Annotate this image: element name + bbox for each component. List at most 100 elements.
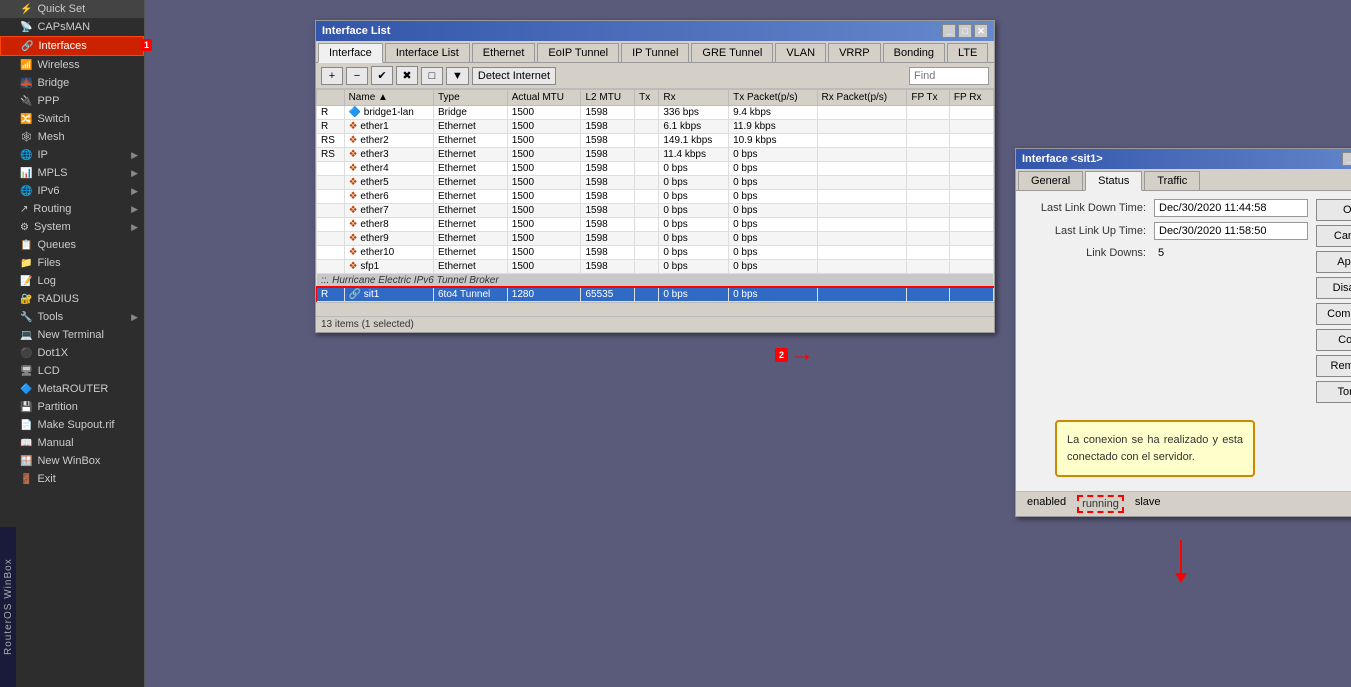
- sidebar-item-label: Quick Set: [37, 3, 85, 15]
- table-row[interactable]: ❖ ether5Ethernet150015980 bps0 bps: [317, 176, 994, 190]
- sidebar-item-mesh[interactable]: 🕸 Mesh: [0, 128, 144, 146]
- wireless-icon: 📶: [20, 60, 32, 71]
- sidebar-item-interfaces[interactable]: 🔗 Interfaces 1: [0, 36, 144, 56]
- disable-button[interactable]: Disable: [1316, 277, 1351, 299]
- add-button[interactable]: +: [321, 67, 343, 85]
- sidebar-item-metarouter[interactable]: 🔷 MetaROUTER: [0, 380, 144, 398]
- table-row[interactable]: ❖ ether4Ethernet150015980 bps0 bps: [317, 162, 994, 176]
- sidebar-item-tools[interactable]: 🔧 Tools ▶: [0, 308, 144, 326]
- chevron-right-icon: ▶: [131, 150, 138, 161]
- sidebar-item-ppp[interactable]: 🔌 PPP: [0, 92, 144, 110]
- dot1x-icon: ⚫: [20, 348, 32, 359]
- copy-button-toolbar[interactable]: □: [421, 67, 443, 85]
- tab-status[interactable]: Status: [1085, 171, 1142, 191]
- tab-interface-list[interactable]: Interface List: [385, 43, 470, 62]
- badge-2: 2: [775, 348, 788, 362]
- close-button[interactable]: ✕: [974, 24, 988, 38]
- sidebar-item-exit[interactable]: 🚪 Exit: [0, 470, 144, 488]
- tab-bonding[interactable]: Bonding: [883, 43, 945, 62]
- table-row[interactable]: RS❖ ether2Ethernet15001598149.1 kbps10.9…: [317, 134, 994, 148]
- tab-gre-tunnel[interactable]: GRE Tunnel: [691, 43, 773, 62]
- sidebar-item-newwinbox[interactable]: 🪟 New WinBox: [0, 452, 144, 470]
- tab-traffic[interactable]: Traffic: [1144, 171, 1200, 190]
- tab-ip-tunnel[interactable]: IP Tunnel: [621, 43, 689, 62]
- col-tx-pkt[interactable]: Tx Packet(p/s): [729, 90, 817, 106]
- table-row[interactable]: ❖ ether9Ethernet150015980 bps0 bps: [317, 232, 994, 246]
- sit1-tab-bar: General Status Traffic: [1016, 169, 1351, 191]
- remove-button-sit1[interactable]: Remove: [1316, 355, 1351, 377]
- tab-ethernet[interactable]: Ethernet: [472, 43, 536, 62]
- last-link-down-time-field[interactable]: [1154, 199, 1308, 217]
- sidebar-item-ip[interactable]: 🌐 IP ▶: [0, 146, 144, 164]
- comment-button[interactable]: Comment: [1316, 303, 1351, 325]
- search-input[interactable]: [909, 67, 989, 85]
- sidebar-item-files[interactable]: 📁 Files: [0, 254, 144, 272]
- horizontal-scrollbar[interactable]: [316, 302, 994, 316]
- sort-button[interactable]: ▼: [446, 67, 469, 85]
- col-fp-rx[interactable]: FP Rx: [949, 90, 993, 106]
- cancel-button[interactable]: Cancel: [1316, 225, 1351, 247]
- col-rx[interactable]: Rx: [659, 90, 729, 106]
- tab-interface[interactable]: Interface: [318, 43, 383, 63]
- main-area: Interface List _ □ ✕ Interface Interface…: [145, 0, 1351, 687]
- sidebar-item-quickset[interactable]: ⚡ Quick Set: [0, 0, 144, 18]
- tab-vrrp[interactable]: VRRP: [828, 43, 881, 62]
- sidebar-item-label: MPLS: [37, 167, 67, 179]
- sidebar-item-bridge[interactable]: 🌉 Bridge: [0, 74, 144, 92]
- sidebar-item-dot1x[interactable]: ⚫ Dot1X: [0, 344, 144, 362]
- tab-eoip-tunnel[interactable]: EoIP Tunnel: [537, 43, 619, 62]
- table-row[interactable]: ❖ ether8Ethernet150015980 bps0 bps: [317, 218, 994, 232]
- disable-button-toolbar[interactable]: ✖: [396, 66, 418, 85]
- mpls-icon: 📊: [20, 168, 32, 179]
- sidebar-item-queues[interactable]: 📋 Queues: [0, 236, 144, 254]
- table-row[interactable]: R🔷 bridge1-lanBridge15001598336 bps9.4 k…: [317, 106, 994, 120]
- table-row[interactable]: ❖ ether6Ethernet150015980 bps0 bps: [317, 190, 994, 204]
- sidebar-item-newterminal[interactable]: 💻 New Terminal: [0, 326, 144, 344]
- tab-lte[interactable]: LTE: [947, 43, 988, 62]
- chevron-right-icon: ▶: [131, 222, 138, 233]
- sidebar-item-ipv6[interactable]: 🌐 IPv6 ▶: [0, 182, 144, 200]
- col-type[interactable]: Type: [434, 90, 508, 106]
- sidebar-item-wireless[interactable]: 📶 Wireless: [0, 56, 144, 74]
- sidebar-item-label: Routing: [33, 203, 71, 215]
- table-row[interactable]: ❖ ether10Ethernet150015980 bps0 bps: [317, 246, 994, 260]
- table-row[interactable]: ❖ sfp1Ethernet150015980 bps0 bps: [317, 260, 994, 274]
- interface-table-container: Name ▲ Type Actual MTU L2 MTU Tx Rx Tx P…: [316, 89, 994, 302]
- sit1-minimize-button[interactable]: _: [1342, 152, 1351, 166]
- ok-button[interactable]: OK: [1316, 199, 1351, 221]
- sidebar-item-radius[interactable]: 🔐 RADIUS: [0, 290, 144, 308]
- sidebar-item-routing[interactable]: ↗ Routing ▶: [0, 200, 144, 218]
- col-fp-tx[interactable]: FP Tx: [907, 90, 950, 106]
- sidebar-item-partition[interactable]: 💾 Partition: [0, 398, 144, 416]
- table-row[interactable]: RS❖ ether3Ethernet1500159811.4 kbps0 bps: [317, 148, 994, 162]
- table-row[interactable]: ❖ ether7Ethernet150015980 bps0 bps: [317, 204, 994, 218]
- col-l2-mtu[interactable]: L2 MTU: [581, 90, 635, 106]
- tab-general[interactable]: General: [1018, 171, 1083, 190]
- sidebar-item-capsman[interactable]: 📡 CAPsMAN: [0, 18, 144, 36]
- remove-button[interactable]: −: [346, 67, 368, 85]
- torch-button[interactable]: Torch: [1316, 381, 1351, 403]
- sidebar-item-lcd[interactable]: 🖥 LCD: [0, 362, 144, 380]
- copy-button[interactable]: Copy: [1316, 329, 1351, 351]
- minimize-button[interactable]: _: [942, 24, 956, 38]
- enable-button[interactable]: ✔: [371, 66, 393, 85]
- maximize-button[interactable]: □: [958, 24, 972, 38]
- col-actual-mtu[interactable]: Actual MTU: [507, 90, 581, 106]
- col-flag[interactable]: [317, 90, 345, 106]
- table-row[interactable]: R❖ ether1Ethernet150015986.1 kbps11.9 kb…: [317, 120, 994, 134]
- last-link-up-time-field[interactable]: [1154, 222, 1308, 240]
- sidebar-item-label: CAPsMAN: [37, 21, 90, 33]
- col-name[interactable]: Name ▲: [344, 90, 433, 106]
- tab-vlan[interactable]: VLAN: [775, 43, 826, 62]
- col-tx[interactable]: Tx: [635, 90, 659, 106]
- detect-internet-button[interactable]: Detect Internet: [472, 67, 556, 85]
- sidebar-item-switch[interactable]: 🔀 Switch: [0, 110, 144, 128]
- sidebar-item-system[interactable]: ⚙ System ▶: [0, 218, 144, 236]
- sidebar-item-supout[interactable]: 📄 Make Supout.rif: [0, 416, 144, 434]
- sit1-row[interactable]: R🔗 sit16to4 Tunnel1280655350 bps0 bps: [317, 288, 994, 302]
- sidebar-item-log[interactable]: 📝 Log: [0, 272, 144, 290]
- col-rx-pkt[interactable]: Rx Packet(p/s): [817, 90, 907, 106]
- sidebar-item-mpls[interactable]: 📊 MPLS ▶: [0, 164, 144, 182]
- sidebar-item-manual[interactable]: 📖 Manual: [0, 434, 144, 452]
- apply-button[interactable]: Apply: [1316, 251, 1351, 273]
